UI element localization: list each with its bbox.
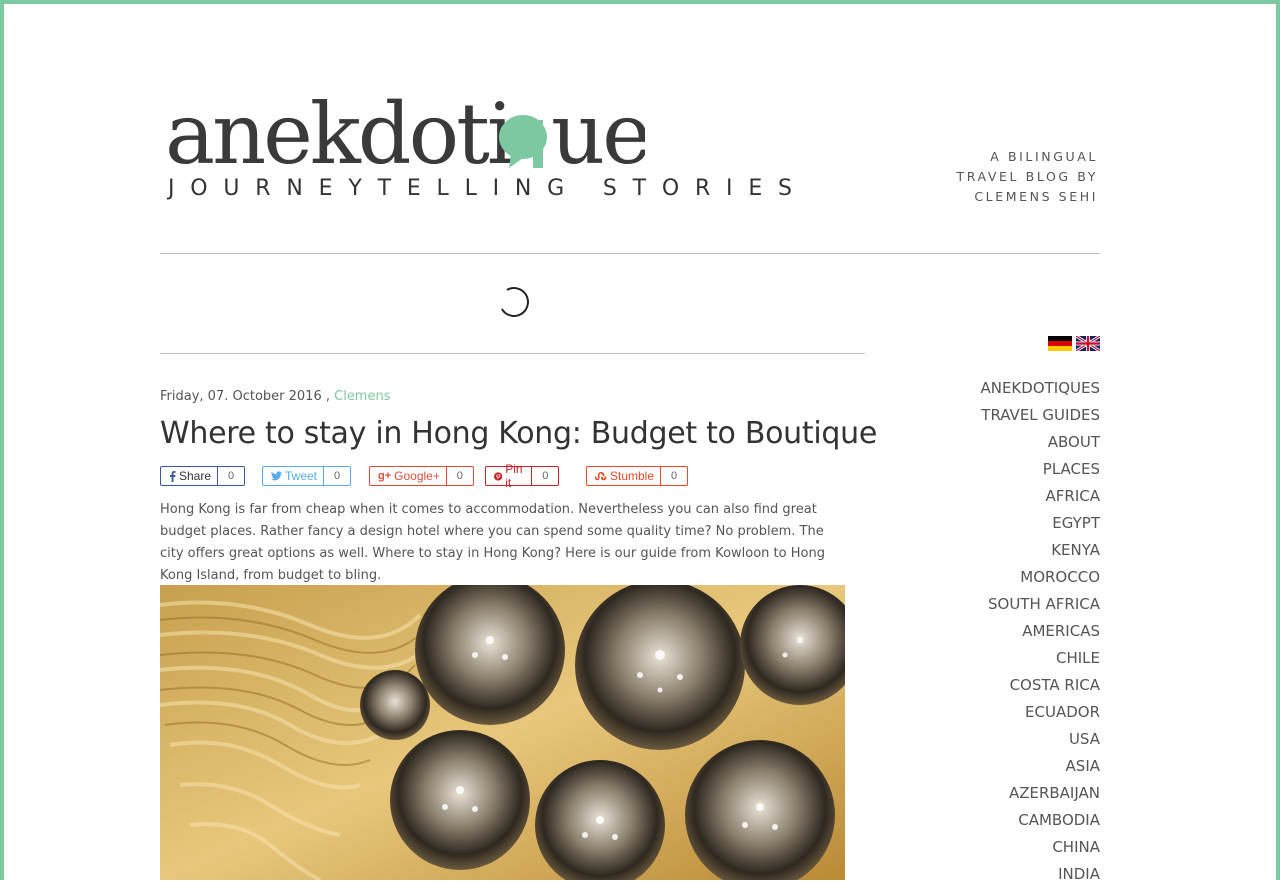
facebook-share-button[interactable]: Share 0 [160,466,246,486]
nav-item-chile[interactable]: CHILE [880,645,1100,672]
featured-image[interactable] [160,585,845,880]
share-label: Stumble [610,469,655,483]
nav-item-africa[interactable]: AFRICA [880,483,1100,510]
uk-flag-icon[interactable] [1076,336,1100,351]
google-plus-icon: g+ [378,470,392,482]
sidebar-nav: ANEKDOTIQUES TRAVEL GUIDES ABOUT PLACES … [880,375,1100,888]
nav-item-costa-rica[interactable]: COSTA RICA [880,672,1100,699]
svg-text:anekdoti: anekdoti [165,92,512,183]
tagline-line: CLEMENS SEHI [974,189,1098,204]
nav-item-kenya[interactable]: KENYA [880,537,1100,564]
nav-item-about[interactable]: ABOUT [880,429,1100,456]
nav-item-usa[interactable]: USA [880,726,1100,753]
twitter-icon [271,471,282,481]
share-count: 0 [217,467,244,485]
site-tagline: A BILINGUAL TRAVEL BLOG BY CLEMENS SEHI [898,147,1098,207]
nav-item-places[interactable]: PLACES [880,456,1100,483]
svg-text:ue: ue [551,92,645,183]
nav-item-travel-guides[interactable]: TRAVEL GUIDES [880,402,1100,429]
nav-item-ecuador[interactable]: ECUADOR [880,699,1100,726]
top-border [0,0,1280,4]
tagline-line: TRAVEL BLOG BY [956,169,1098,184]
german-flag-icon[interactable] [1048,336,1072,351]
left-border [0,0,4,880]
share-count: 0 [531,467,558,485]
nav-item-anekdotiques[interactable]: ANEKDOTIQUES [880,375,1100,402]
stumbleupon-icon [595,471,607,480]
share-count: 0 [323,467,350,485]
right-border [1276,0,1280,880]
twitter-share-button[interactable]: Tweet 0 [262,466,352,486]
share-count: 0 [445,467,473,485]
google-plus-share-button[interactable]: g+ Google+ 0 [369,466,474,486]
share-label: Pin it [505,462,523,490]
nav-item-americas[interactable]: AMERICAS [880,618,1100,645]
nav-item-azerbaijan[interactable]: AZERBAIJAN [880,780,1100,807]
post-meta: Friday, 07. October 2016 , Clemens [160,389,391,404]
nav-item-cambodia[interactable]: CAMBODIA [880,807,1100,834]
tagline-line: A BILINGUAL [990,149,1098,164]
post-title[interactable]: Where to stay in Hong Kong: Budget to Bo… [160,416,877,451]
content-divider [160,353,865,354]
share-label: Share [179,469,212,483]
nav-item-china[interactable]: CHINA [880,834,1100,861]
post-date: Friday, 07. October 2016 , [160,389,330,404]
share-label: Tweet [285,469,318,483]
post-intro: Hong Kong is far from cheap when it come… [160,502,825,583]
share-count: 0 [660,467,687,485]
post-author-link[interactable]: Clemens [334,389,390,404]
nav-item-asia[interactable]: ASIA [880,753,1100,780]
nav-item-india[interactable]: INDIA [880,861,1100,888]
pinterest-icon [494,471,503,481]
loading-spinner-icon [495,283,533,321]
language-switcher [1048,336,1100,351]
logo-subtitle: JOURNEYTELLING STORIES [168,176,808,201]
nav-item-south-africa[interactable]: SOUTH AFRICA [880,591,1100,618]
pinterest-share-button[interactable]: Pin it 0 [485,462,560,490]
nav-item-egypt[interactable]: EGYPT [880,510,1100,537]
header-divider [160,253,1100,254]
facebook-icon [170,470,176,482]
nav-item-morocco[interactable]: MOROCCO [880,564,1100,591]
chandelier-photo [160,585,845,880]
share-label: Google+ [394,469,440,483]
stumbleupon-share-button[interactable]: Stumble 0 [586,466,689,486]
